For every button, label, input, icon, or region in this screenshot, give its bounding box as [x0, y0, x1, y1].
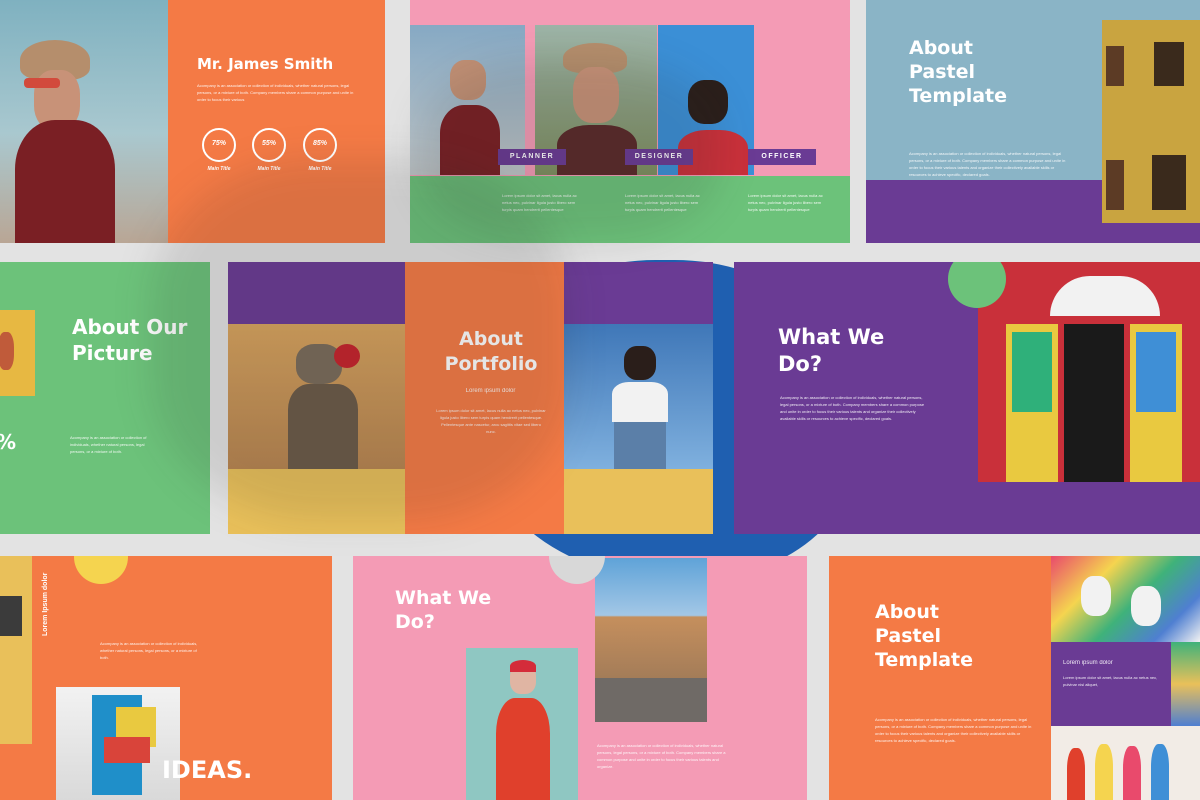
foliage-shadow-overlay-2: [420, 60, 720, 240]
team-body-3: Lorem ipsum dolor sit amet, lacus nulla …: [748, 193, 823, 212]
what-we-do-title-2: What We Do?: [395, 587, 492, 633]
ideas-heading: IDEAS.: [162, 756, 253, 784]
mural-photo: [1171, 642, 1200, 726]
yellow-house-photo: [0, 556, 32, 744]
about-pastel-title-2: About Pastel Template: [875, 601, 974, 671]
group-photo: [1051, 726, 1200, 800]
street-market-photo: [595, 558, 707, 722]
about-picture-body: Acompany is an association or collection…: [70, 435, 147, 454]
slide-what-we-do-2[interactable]: What We Do? Acompany is an association o…: [353, 556, 807, 800]
yellow-building-photo: [1102, 20, 1200, 223]
template-preview-canvas: { "colors": { "orange": "#f47a45", "pink…: [0, 0, 1200, 800]
red-dress-photo: [466, 648, 578, 800]
about-pastel-body-2: Acompany is an association or collection…: [875, 717, 1032, 743]
what-we-do-title-1: What We Do?: [778, 325, 885, 376]
colorful-window-photo: [978, 262, 1200, 482]
info-box-body: Lorem ipsum dolor sit amet, lacus nulla …: [1063, 675, 1158, 687]
graffiti-shoes-photo: [1051, 556, 1200, 642]
slide-ideas[interactable]: Lorem Ipsum dolor Acompany is an associa…: [0, 556, 332, 800]
profile-body: Acompany is an association or collection…: [197, 83, 354, 102]
slide-what-we-do-1[interactable]: What We Do? Acompany is an association o…: [734, 262, 1200, 534]
slide-about-pastel-1[interactable]: About Pastel Template Acompany is an ass…: [866, 0, 1200, 243]
role-officer: OFFICER: [748, 149, 816, 165]
yellow-wall-photo: [0, 310, 35, 396]
what-we-do-body-1: Acompany is an association or collection…: [780, 395, 925, 421]
slide-about-pastel-2[interactable]: About Pastel Template Acompany is an ass…: [829, 556, 1200, 800]
ring-1: 75%: [202, 128, 236, 162]
sky-woman-photo: [564, 324, 713, 469]
about-pastel-title-1: About Pastel Template: [909, 37, 1008, 107]
ideas-vertical-text: Lorem Ipsum dolor: [42, 572, 49, 636]
profile-name: Mr. James Smith: [197, 55, 334, 73]
yellow-circle-decor: [74, 556, 128, 584]
about-pastel-body-1: Acompany is an association or collection…: [909, 151, 1066, 177]
woman-hat-photo: [0, 0, 168, 243]
about-picture-pct: %: [0, 430, 16, 454]
info-box-title: Lorem ipsum dolor: [1063, 660, 1113, 666]
ideas-body: Acompany is an association or collection…: [100, 641, 198, 660]
what-we-do-body-2: Acompany is an association or collection…: [597, 743, 726, 769]
ring-3: 85%: [303, 128, 337, 162]
ring-1-caption: Main Title: [207, 166, 231, 172]
ring-2: 55%: [252, 128, 286, 162]
